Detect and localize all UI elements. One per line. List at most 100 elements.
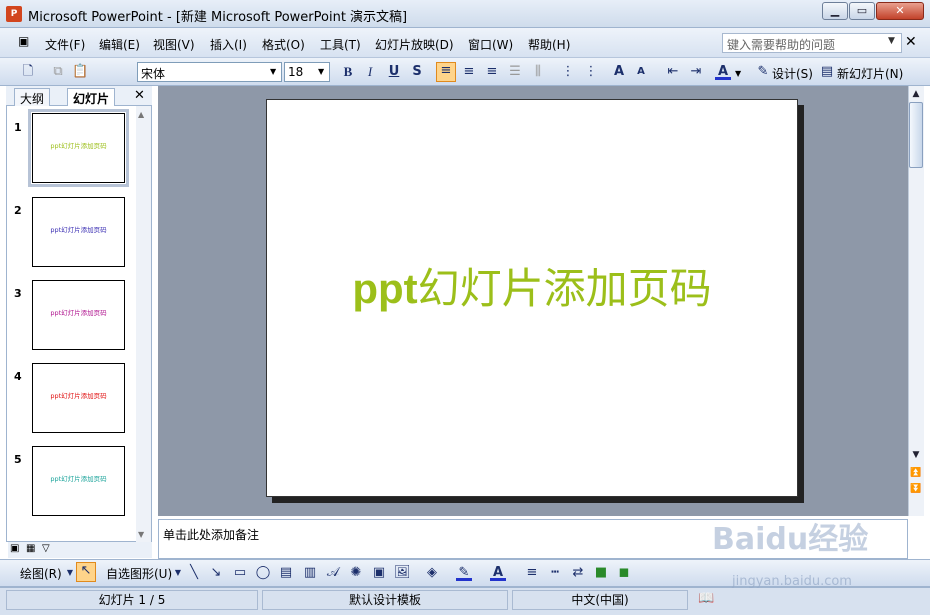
menu-tools[interactable]: 工具(T) (320, 36, 361, 53)
dash-style-icon[interactable]: ┅ (547, 565, 563, 581)
slide-thumbnail[interactable]: ppt幻灯片添加页码 (32, 280, 125, 350)
thumb-number: 3 (14, 287, 22, 300)
help-dropdown-icon[interactable]: ▼ (888, 36, 895, 46)
distribute-icon[interactable]: ⫼ (530, 64, 546, 80)
paste-icon[interactable]: 📋 (72, 64, 88, 80)
font-size-dropdown-icon[interactable]: ▼ (318, 67, 324, 76)
menu-insert[interactable]: 插入(I) (210, 36, 247, 53)
bullet-list-icon[interactable]: ⋮ (583, 64, 599, 80)
slide-thumbnail[interactable]: ppt幻灯片添加页码 (32, 197, 125, 267)
underline-button[interactable]: U (386, 64, 402, 80)
font-name-combo[interactable]: 宋体 (137, 62, 282, 82)
menu-slideshow[interactable]: 幻灯片放映(D) (375, 36, 454, 53)
slide-title-text: 幻灯片添加页码 (417, 264, 712, 313)
view-buttons: ▣ ▦ ▽ (8, 542, 152, 558)
font-color-dropdown-icon[interactable]: ▼ (735, 69, 741, 78)
thumb-number: 4 (14, 370, 22, 383)
decrease-font-icon[interactable]: A (633, 64, 649, 80)
wordart-icon[interactable]: 𝒜 (325, 565, 341, 581)
menu-view[interactable]: 视图(V) (153, 36, 195, 53)
diagram-icon[interactable]: ✺ (348, 565, 364, 581)
slide-title-latin: ppt (352, 265, 418, 312)
arrow-icon[interactable]: ↘ (208, 565, 224, 581)
tab-slides[interactable]: 幻灯片 (67, 88, 116, 106)
powerpoint-app-icon[interactable]: P (6, 6, 22, 22)
line-icon[interactable]: ╲ (186, 565, 202, 581)
font-name-dropdown-icon[interactable]: ▼ (270, 67, 276, 76)
menu-help[interactable]: 帮助(H) (528, 36, 570, 53)
thumbnail-title: ppt幻灯片添加页码 (50, 226, 107, 234)
maximize-button[interactable]: ▭ (849, 2, 875, 20)
decrease-indent-icon[interactable]: ⇤ (665, 64, 681, 80)
align-center-icon[interactable]: ≡ (461, 64, 477, 80)
slide-thumbnail[interactable]: ppt幻灯片添加页码 (28, 109, 129, 187)
justify-icon[interactable]: ☰ (507, 64, 523, 80)
new-slide-icon[interactable]: ▤ (819, 64, 835, 80)
select-pointer-icon[interactable]: ↖ (76, 562, 96, 582)
line-color-icon[interactable]: ✎ (456, 565, 472, 581)
scrollbar-thumb[interactable] (909, 102, 923, 168)
new-document-icon[interactable]: 🗋 (20, 64, 36, 80)
italic-button[interactable]: I (362, 64, 378, 80)
menu-edit[interactable]: 编辑(E) (99, 36, 140, 53)
arrow-style-icon[interactable]: ⇄ (570, 565, 586, 581)
align-left-icon[interactable]: ≡ (436, 62, 456, 82)
font-color-icon[interactable]: A (715, 64, 731, 80)
notes-placeholder[interactable]: 单击此处添加备注 (163, 526, 259, 543)
help-question-input[interactable]: 键入需要帮助的问题 (722, 33, 902, 53)
numbered-list-icon[interactable]: ⋮ (560, 64, 576, 80)
close-pane-icon[interactable]: ✕ (134, 88, 145, 103)
status-slide-position: 幻灯片 1 / 5 (6, 590, 258, 610)
align-right-icon[interactable]: ≡ (484, 64, 500, 80)
spelling-status-icon[interactable]: 📖 (698, 591, 714, 606)
minimize-button[interactable]: ▁ (822, 2, 848, 20)
rectangle-icon[interactable]: ▭ (232, 565, 248, 581)
close-window-button[interactable]: ✕ (876, 2, 924, 20)
vertical-textbox-icon[interactable]: ▥ (302, 565, 318, 581)
watermark-url: jingyan.baidu.com (732, 574, 852, 589)
close-document-icon[interactable]: ✕ (905, 34, 917, 50)
design-button[interactable]: 设计(S) (772, 65, 813, 82)
slide-title-textbox[interactable]: ppt幻灯片添加页码 (266, 255, 798, 316)
new-slide-button[interactable]: 新幻灯片(N) (837, 65, 903, 82)
slideshow-view-icon[interactable]: ▽ (42, 543, 50, 554)
document-menu-icon[interactable]: ▣ (18, 34, 38, 52)
textbox-icon[interactable]: ▤ (278, 565, 294, 581)
next-slide-icon[interactable]: ⏬ (910, 484, 922, 494)
3d-style-icon[interactable]: ◼ (616, 565, 632, 581)
font-color-draw-icon[interactable]: A (490, 565, 506, 581)
text-shadow-button[interactable]: S (409, 64, 425, 80)
picture-icon[interactable]: 🖼 (394, 565, 411, 581)
tab-outline[interactable]: 大纲 (14, 88, 51, 106)
thumb-number: 5 (14, 453, 22, 466)
previous-slide-icon[interactable]: ⏫ (910, 468, 922, 478)
slides-pane-scrollbar[interactable] (136, 106, 151, 542)
bold-button[interactable]: B (340, 64, 356, 80)
line-style-icon[interactable]: ≡ (524, 565, 540, 581)
oval-icon[interactable]: ◯ (255, 565, 271, 581)
design-icon[interactable]: ✎ (755, 64, 771, 80)
scroll-down-icon[interactable]: ▼ (138, 530, 144, 539)
scroll-down-icon[interactable]: ▼ (910, 450, 922, 460)
scroll-up-icon[interactable]: ▲ (910, 89, 922, 99)
normal-view-icon[interactable]: ▣ (10, 543, 19, 554)
draw-menu-button[interactable]: 绘图(R) (20, 565, 62, 582)
increase-indent-icon[interactable]: ⇥ (688, 64, 704, 80)
fill-color-icon[interactable]: ◈ (424, 565, 440, 581)
clipart-icon[interactable]: ▣ (371, 565, 387, 581)
menu-file[interactable]: 文件(F) (45, 36, 85, 53)
thumb-number: 1 (14, 121, 22, 134)
slide-sorter-view-icon[interactable]: ▦ (26, 543, 35, 554)
slide-thumbnail[interactable]: ppt幻灯片添加页码 (32, 363, 125, 433)
slide-thumbnail[interactable]: ppt幻灯片添加页码 (32, 446, 125, 516)
shadow-style-icon[interactable]: ■ (593, 565, 609, 581)
scroll-up-icon[interactable]: ▲ (138, 110, 144, 119)
baidu-watermark: Baidu经验 (712, 522, 869, 557)
autoshapes-dropdown-icon[interactable]: ▼ (170, 565, 186, 581)
copy-icon[interactable]: ⧉ (50, 64, 66, 80)
increase-font-icon[interactable]: A (611, 64, 627, 80)
menu-window[interactable]: 窗口(W) (468, 36, 513, 53)
thumb-number: 2 (14, 204, 22, 217)
menu-format[interactable]: 格式(O) (262, 36, 305, 53)
autoshapes-button[interactable]: 自选图形(U) (106, 565, 172, 582)
